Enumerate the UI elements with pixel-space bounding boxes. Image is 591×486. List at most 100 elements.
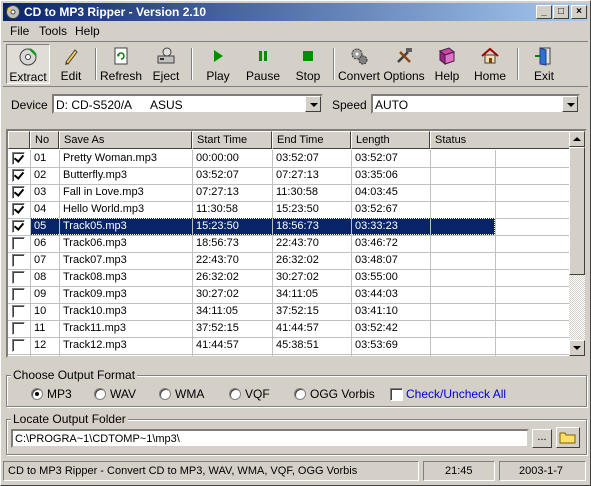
track-start-time: 34:11:05 <box>196 305 239 317</box>
track-length: 04:03:45 <box>355 186 398 198</box>
track-save-as[interactable]: Track11.mp3 <box>63 322 126 334</box>
table-row[interactable]: 05 Track05.mp3 15:23:50 18:56:73 03:33:23 <box>8 218 573 235</box>
track-checkbox[interactable] <box>12 169 25 182</box>
scroll-down-button[interactable] <box>569 340 585 356</box>
edit-button[interactable]: Edit <box>53 44 89 84</box>
device-vendor: ASUS <box>150 98 183 112</box>
track-checkbox[interactable] <box>12 203 25 216</box>
home-button[interactable]: Home <box>473 44 507 84</box>
menu-tools[interactable]: Tools <box>39 24 67 38</box>
open-folder-button[interactable] <box>556 427 580 448</box>
radio-mp3[interactable] <box>31 388 43 400</box>
output-folder-input[interactable]: C:\PROGRA~1\CDTOMP~1\mp3\ <box>11 429 529 448</box>
track-save-as[interactable]: Track05.mp3 <box>63 220 127 232</box>
table-row[interactable]: 11 Track11.mp3 37:52:15 41:44:57 03:52:42 <box>8 320 573 337</box>
column-end-time[interactable]: End Time <box>272 131 351 149</box>
track-save-as[interactable]: Track10.mp3 <box>63 305 127 317</box>
convert-button[interactable]: Convert <box>337 44 381 84</box>
table-row[interactable]: 09 Track09.mp3 30:27:02 34:11:05 03:44:03 <box>8 286 573 303</box>
track-checkbox[interactable] <box>12 322 25 335</box>
menu-help[interactable]: Help <box>75 24 100 38</box>
table-row[interactable]: 08 Track08.mp3 26:32:02 30:27:02 03:55:00 <box>8 269 573 286</box>
title-bar[interactable]: CD to MP3 Ripper - Version 2.10 _ □ × <box>3 3 588 21</box>
play-button[interactable]: Play <box>201 44 235 84</box>
radio-wma[interactable] <box>159 388 171 400</box>
column-status[interactable]: Status <box>430 131 573 149</box>
minimize-button[interactable]: _ <box>536 5 552 19</box>
track-length: 03:33:23 <box>355 220 398 232</box>
radio-wav[interactable] <box>94 388 106 400</box>
table-row[interactable]: 04 Hello World.mp3 11:30:58 15:23:50 03:52:6… <box>8 201 573 218</box>
track-checkbox[interactable] <box>12 220 25 233</box>
scroll-up-button[interactable] <box>569 131 585 147</box>
menu-file[interactable]: File <box>10 24 29 38</box>
track-save-as[interactable]: Track08.mp3 <box>63 271 127 283</box>
radio-label[interactable]: WMA <box>175 387 204 401</box>
track-end-time: 07:27:13 <box>276 169 319 181</box>
status-message: CD to MP3 Ripper - Convert CD to MP3, WA… <box>8 465 358 477</box>
speed-select[interactable]: AUTO <box>371 94 580 114</box>
track-save-as[interactable]: Track12.mp3 <box>63 339 127 351</box>
track-length: 03:52:67 <box>355 203 398 215</box>
track-checkbox[interactable] <box>12 186 25 199</box>
track-save-as[interactable]: Track06.mp3 <box>63 237 127 249</box>
track-save-as[interactable]: Track07.mp3 <box>63 254 127 266</box>
track-length: 03:48:07 <box>355 254 398 266</box>
browse-button[interactable]: ... <box>532 429 552 448</box>
column-no[interactable]: No <box>30 131 59 149</box>
table-row[interactable]: 01 Pretty Woman.mp3 00:00:00 03:52:07 03:52:… <box>8 150 573 167</box>
track-no: 01 <box>34 152 47 164</box>
column-start-time[interactable]: Start Time <box>192 131 272 149</box>
radio-label[interactable]: OGG Vorbis <box>310 387 375 401</box>
close-button[interactable]: × <box>571 5 587 19</box>
track-start-time: 00:00:00 <box>196 152 239 164</box>
exit-button[interactable]: Exit <box>528 44 560 84</box>
table-row[interactable]: 06 Track06.mp3 18:56:73 22:43:70 03:46:72 <box>8 235 573 252</box>
radio-label[interactable]: VQF <box>245 387 270 401</box>
chevron-down-icon <box>573 346 581 350</box>
extract-icon <box>19 48 37 66</box>
radio-label[interactable]: MP3 <box>47 387 72 401</box>
table-row[interactable]: 12 Track12.mp3 41:44:57 45:38:51 03:53:69 <box>8 337 573 354</box>
table-row[interactable]: 03 Fall in Love.mp3 07:27:13 11:30:58 04:03:… <box>8 184 573 201</box>
track-save-as[interactable]: Pretty Woman.mp3 <box>63 152 157 164</box>
maximize-button[interactable]: □ <box>553 5 569 19</box>
track-checkbox[interactable] <box>12 237 25 250</box>
refresh-button[interactable]: Refresh <box>99 44 143 84</box>
track-save-as[interactable]: Track09.mp3 <box>63 288 127 300</box>
eject-button[interactable]: Eject <box>147 44 185 84</box>
table-row[interactable]: 10 Track10.mp3 34:11:05 37:52:15 03:41:10 <box>8 303 573 320</box>
track-list[interactable]: No Save As Start Time End Time Length St… <box>6 129 587 358</box>
device-select[interactable]: D: CD-S520/A ASUS <box>52 94 323 114</box>
table-row[interactable]: 07 Track07.mp3 22:43:70 26:32:02 03:48:07 <box>8 252 573 269</box>
radio-ogg-vorbis[interactable] <box>294 388 306 400</box>
column-length[interactable]: Length <box>351 131 430 149</box>
options-button[interactable]: Options <box>383 44 425 84</box>
column-check[interactable] <box>8 131 30 149</box>
track-checkbox[interactable] <box>12 305 25 318</box>
scroll-thumb[interactable] <box>569 147 585 275</box>
column-save-as[interactable]: Save As <box>59 131 192 149</box>
check-all-checkbox[interactable] <box>390 388 403 401</box>
track-end-time: 37:52:15 <box>276 305 319 317</box>
check-uncheck-all-link[interactable]: Check/Uncheck All <box>406 387 506 401</box>
device-dropdown-button[interactable] <box>305 96 321 112</box>
track-checkbox[interactable] <box>12 288 25 301</box>
track-save-as[interactable]: Butterfly.mp3 <box>63 169 127 181</box>
track-checkbox[interactable] <box>12 152 25 165</box>
table-row[interactable]: 02 Butterfly.mp3 03:52:07 07:27:13 03:35:06 <box>8 167 573 184</box>
pause-button[interactable]: Pause <box>244 44 282 84</box>
track-checkbox[interactable] <box>12 254 25 267</box>
track-save-as[interactable]: Fall in Love.mp3 <box>63 186 144 198</box>
track-checkbox[interactable] <box>12 271 25 284</box>
stop-button[interactable]: Stop <box>291 44 325 84</box>
extract-button[interactable]: Extract <box>6 44 50 84</box>
status-date: 2003-1-7 <box>519 465 564 477</box>
help-button[interactable]: Help <box>431 44 463 84</box>
radio-label[interactable]: WAV <box>110 387 136 401</box>
track-checkbox[interactable] <box>12 339 25 352</box>
radio-vqf[interactable] <box>229 388 241 400</box>
track-list-scrollbar[interactable] <box>569 131 585 356</box>
speed-dropdown-button[interactable] <box>562 96 578 112</box>
track-save-as[interactable]: Hello World.mp3 <box>63 203 144 215</box>
